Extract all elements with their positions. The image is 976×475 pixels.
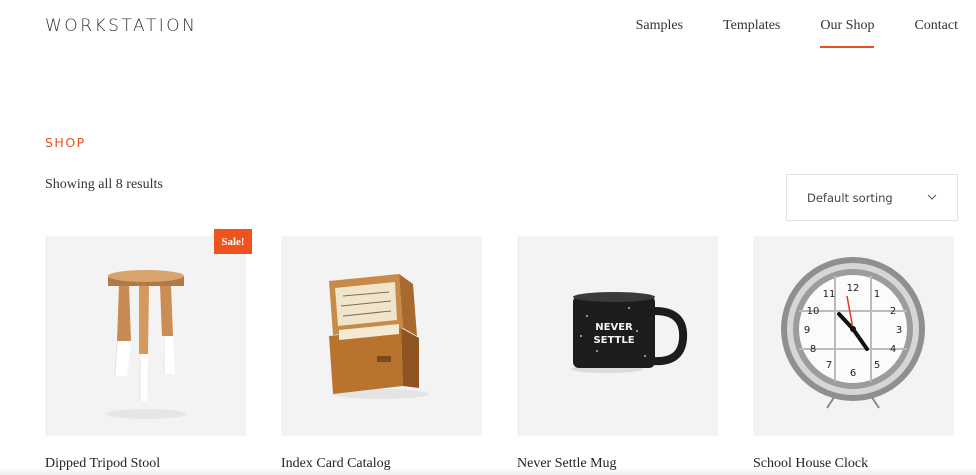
- product-image-clock[interactable]: 12 1 2 3 4 5 6 7 8 9 10 11: [753, 236, 954, 436]
- svg-text:11: 11: [823, 289, 836, 300]
- product-card[interactable]: NEVER SETTLE Never Settle Mug: [517, 236, 718, 471]
- site-header: WORKSTATION Samples Templates Our Shop C…: [0, 0, 976, 60]
- svg-text:3: 3: [896, 325, 902, 336]
- card-catalog-image: [329, 274, 429, 399]
- main-nav: Samples Templates Our Shop Contact: [596, 18, 958, 48]
- svg-text:6: 6: [850, 368, 856, 379]
- svg-text:9: 9: [804, 325, 810, 336]
- chevron-down-icon: [927, 194, 937, 200]
- svg-text:2: 2: [890, 306, 896, 317]
- svg-text:5: 5: [874, 360, 880, 371]
- sort-selected-value: Default sorting: [807, 190, 893, 205]
- svg-text:1: 1: [874, 289, 880, 300]
- clock-image: 12 1 2 3 4 5 6 7 8 9 10 11: [781, 257, 925, 409]
- mug-image: NEVER SETTLE: [571, 292, 688, 373]
- product-image-card-catalog[interactable]: [281, 236, 482, 436]
- product-image-mug[interactable]: NEVER SETTLE: [517, 236, 718, 436]
- result-count: Showing all 8 results: [45, 177, 163, 192]
- stool-image: [106, 270, 186, 419]
- mug-text-line-2: SETTLE: [593, 335, 634, 346]
- product-card[interactable]: Index Card Catalog: [281, 236, 482, 471]
- product-card[interactable]: Dipped Tripod Stool: [45, 236, 246, 471]
- product-card[interactable]: 12 1 2 3 4 5 6 7 8 9 10 11 School House …: [753, 236, 954, 471]
- mug-text-line-1: NEVER: [595, 322, 633, 333]
- svg-text:4: 4: [890, 344, 896, 355]
- svg-text:8: 8: [810, 344, 816, 355]
- svg-text:10: 10: [807, 306, 820, 317]
- nav-item-contact[interactable]: Contact: [914, 18, 958, 44]
- site-logo[interactable]: WORKSTATION: [45, 16, 197, 36]
- sale-badge: Sale!: [214, 229, 252, 254]
- nav-item-templates[interactable]: Templates: [723, 18, 780, 44]
- nav-item-our-shop[interactable]: Our Shop: [820, 18, 875, 48]
- page-title: SHOP: [45, 135, 86, 150]
- nav-item-samples[interactable]: Samples: [636, 18, 683, 44]
- svg-text:12: 12: [847, 283, 860, 294]
- product-image-stool[interactable]: [45, 236, 246, 436]
- sort-select[interactable]: Default sorting: [786, 174, 958, 221]
- svg-text:7: 7: [826, 360, 832, 371]
- scroll-shadow: [0, 467, 976, 475]
